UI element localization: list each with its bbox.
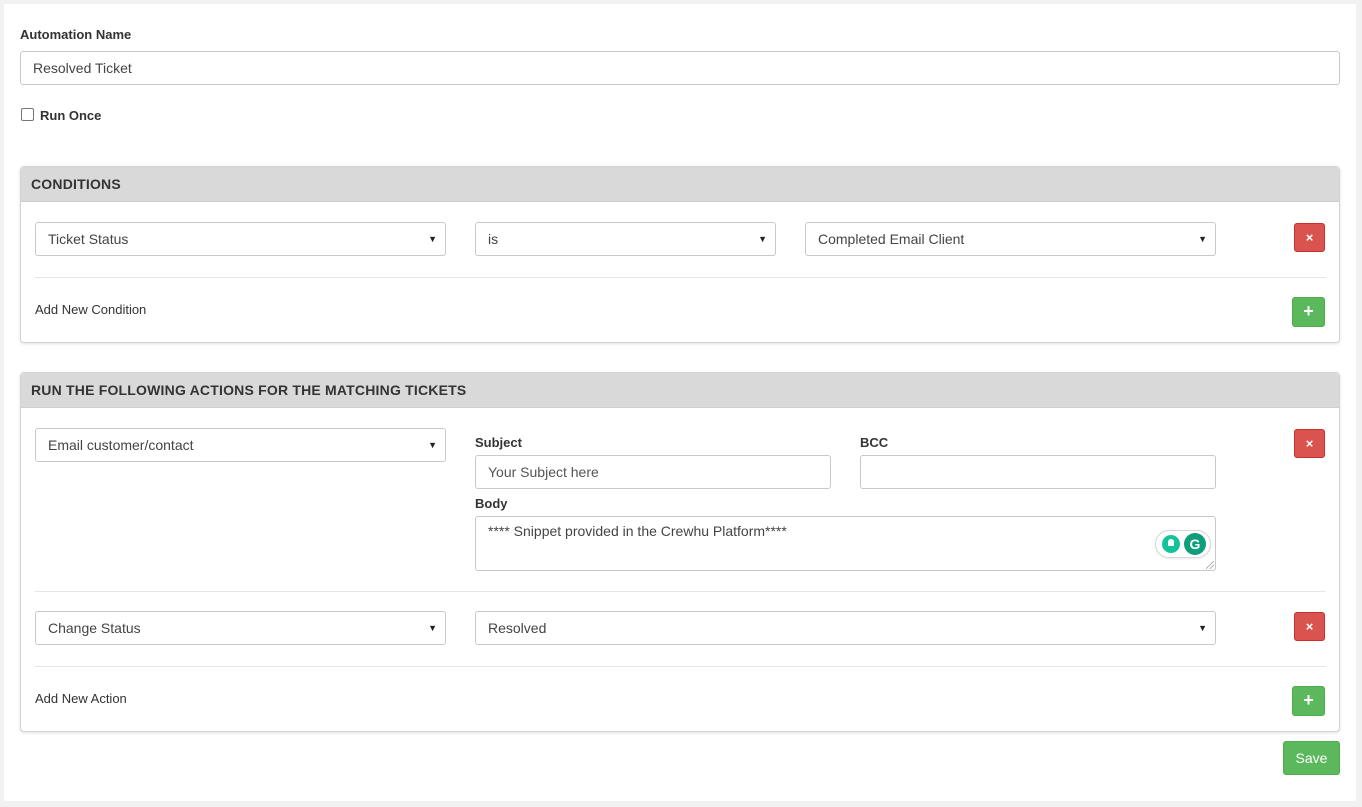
close-icon: × xyxy=(1305,619,1314,634)
status-value-select[interactable]: Resolved ▼ xyxy=(475,611,1216,645)
remove-status-action-button[interactable]: × xyxy=(1294,612,1325,641)
condition-field-value: Ticket Status xyxy=(48,231,129,247)
add-new-condition-label[interactable]: Add New Condition xyxy=(35,302,146,317)
body-text: **** Snippet provided in the Crewhu Plat… xyxy=(488,523,787,539)
actions-panel: RUN THE FOLLOWING ACTIONS FOR THE MATCHI… xyxy=(20,372,1340,732)
add-action-button[interactable]: + xyxy=(1292,686,1325,716)
condition-value-value: Completed Email Client xyxy=(818,231,965,247)
run-once-label: Run Once xyxy=(40,108,102,123)
conditions-panel: CONDITIONS Ticket Status ▼ is ▼ Complete… xyxy=(20,166,1340,343)
grammarly-widget[interactable]: G xyxy=(1155,530,1211,558)
action-type-select[interactable]: Change Status ▼ xyxy=(35,611,446,645)
chevron-down-icon: ▼ xyxy=(428,234,437,244)
divider xyxy=(35,277,1326,278)
body-textarea[interactable]: **** Snippet provided in the Crewhu Plat… xyxy=(475,516,1216,571)
action-type-value: Email customer/contact xyxy=(48,437,194,453)
condition-field-select[interactable]: Ticket Status ▼ xyxy=(35,222,446,256)
divider xyxy=(35,666,1326,667)
automation-name-input[interactable]: Resolved Ticket xyxy=(20,51,1340,85)
subject-placeholder: Your Subject here xyxy=(488,464,599,480)
action-type-value: Change Status xyxy=(48,620,141,636)
close-icon: × xyxy=(1305,230,1314,245)
chevron-down-icon: ▼ xyxy=(1198,623,1207,633)
condition-value-select[interactable]: Completed Email Client ▼ xyxy=(805,222,1216,256)
condition-operator-select[interactable]: is ▼ xyxy=(475,222,776,256)
status-value: Resolved xyxy=(488,620,547,636)
subject-input[interactable]: Your Subject here xyxy=(475,455,831,489)
remove-email-action-button[interactable]: × xyxy=(1294,429,1325,458)
remove-condition-button[interactable]: × xyxy=(1294,223,1325,252)
resize-handle[interactable] xyxy=(1206,561,1214,569)
actions-header: RUN THE FOLLOWING ACTIONS FOR THE MATCHI… xyxy=(21,373,1339,408)
chevron-down-icon: ▼ xyxy=(758,234,767,244)
save-button[interactable]: Save xyxy=(1283,741,1340,775)
chevron-down-icon: ▼ xyxy=(428,440,437,450)
bcc-label: BCC xyxy=(860,435,889,450)
automation-form: Automation Name Resolved Ticket Run Once… xyxy=(4,4,1356,801)
condition-operator-value: is xyxy=(488,231,499,247)
close-icon: × xyxy=(1305,436,1314,451)
chevron-down-icon: ▼ xyxy=(428,623,437,633)
run-once-checkbox[interactable] xyxy=(21,108,34,121)
divider xyxy=(35,591,1326,592)
add-condition-button[interactable]: + xyxy=(1292,297,1325,327)
lightbulb-icon xyxy=(1162,535,1180,553)
automation-name-label: Automation Name xyxy=(20,27,132,42)
body-label: Body xyxy=(475,496,508,511)
conditions-header: CONDITIONS xyxy=(21,167,1339,202)
plus-icon: + xyxy=(1303,690,1314,710)
grammarly-icon: G xyxy=(1184,533,1206,555)
add-new-action-label[interactable]: Add New Action xyxy=(35,691,127,706)
action-type-select[interactable]: Email customer/contact ▼ xyxy=(35,428,446,462)
subject-label: Subject xyxy=(475,435,522,450)
chevron-down-icon: ▼ xyxy=(1198,234,1207,244)
plus-icon: + xyxy=(1303,301,1314,321)
bcc-input[interactable] xyxy=(860,455,1216,489)
